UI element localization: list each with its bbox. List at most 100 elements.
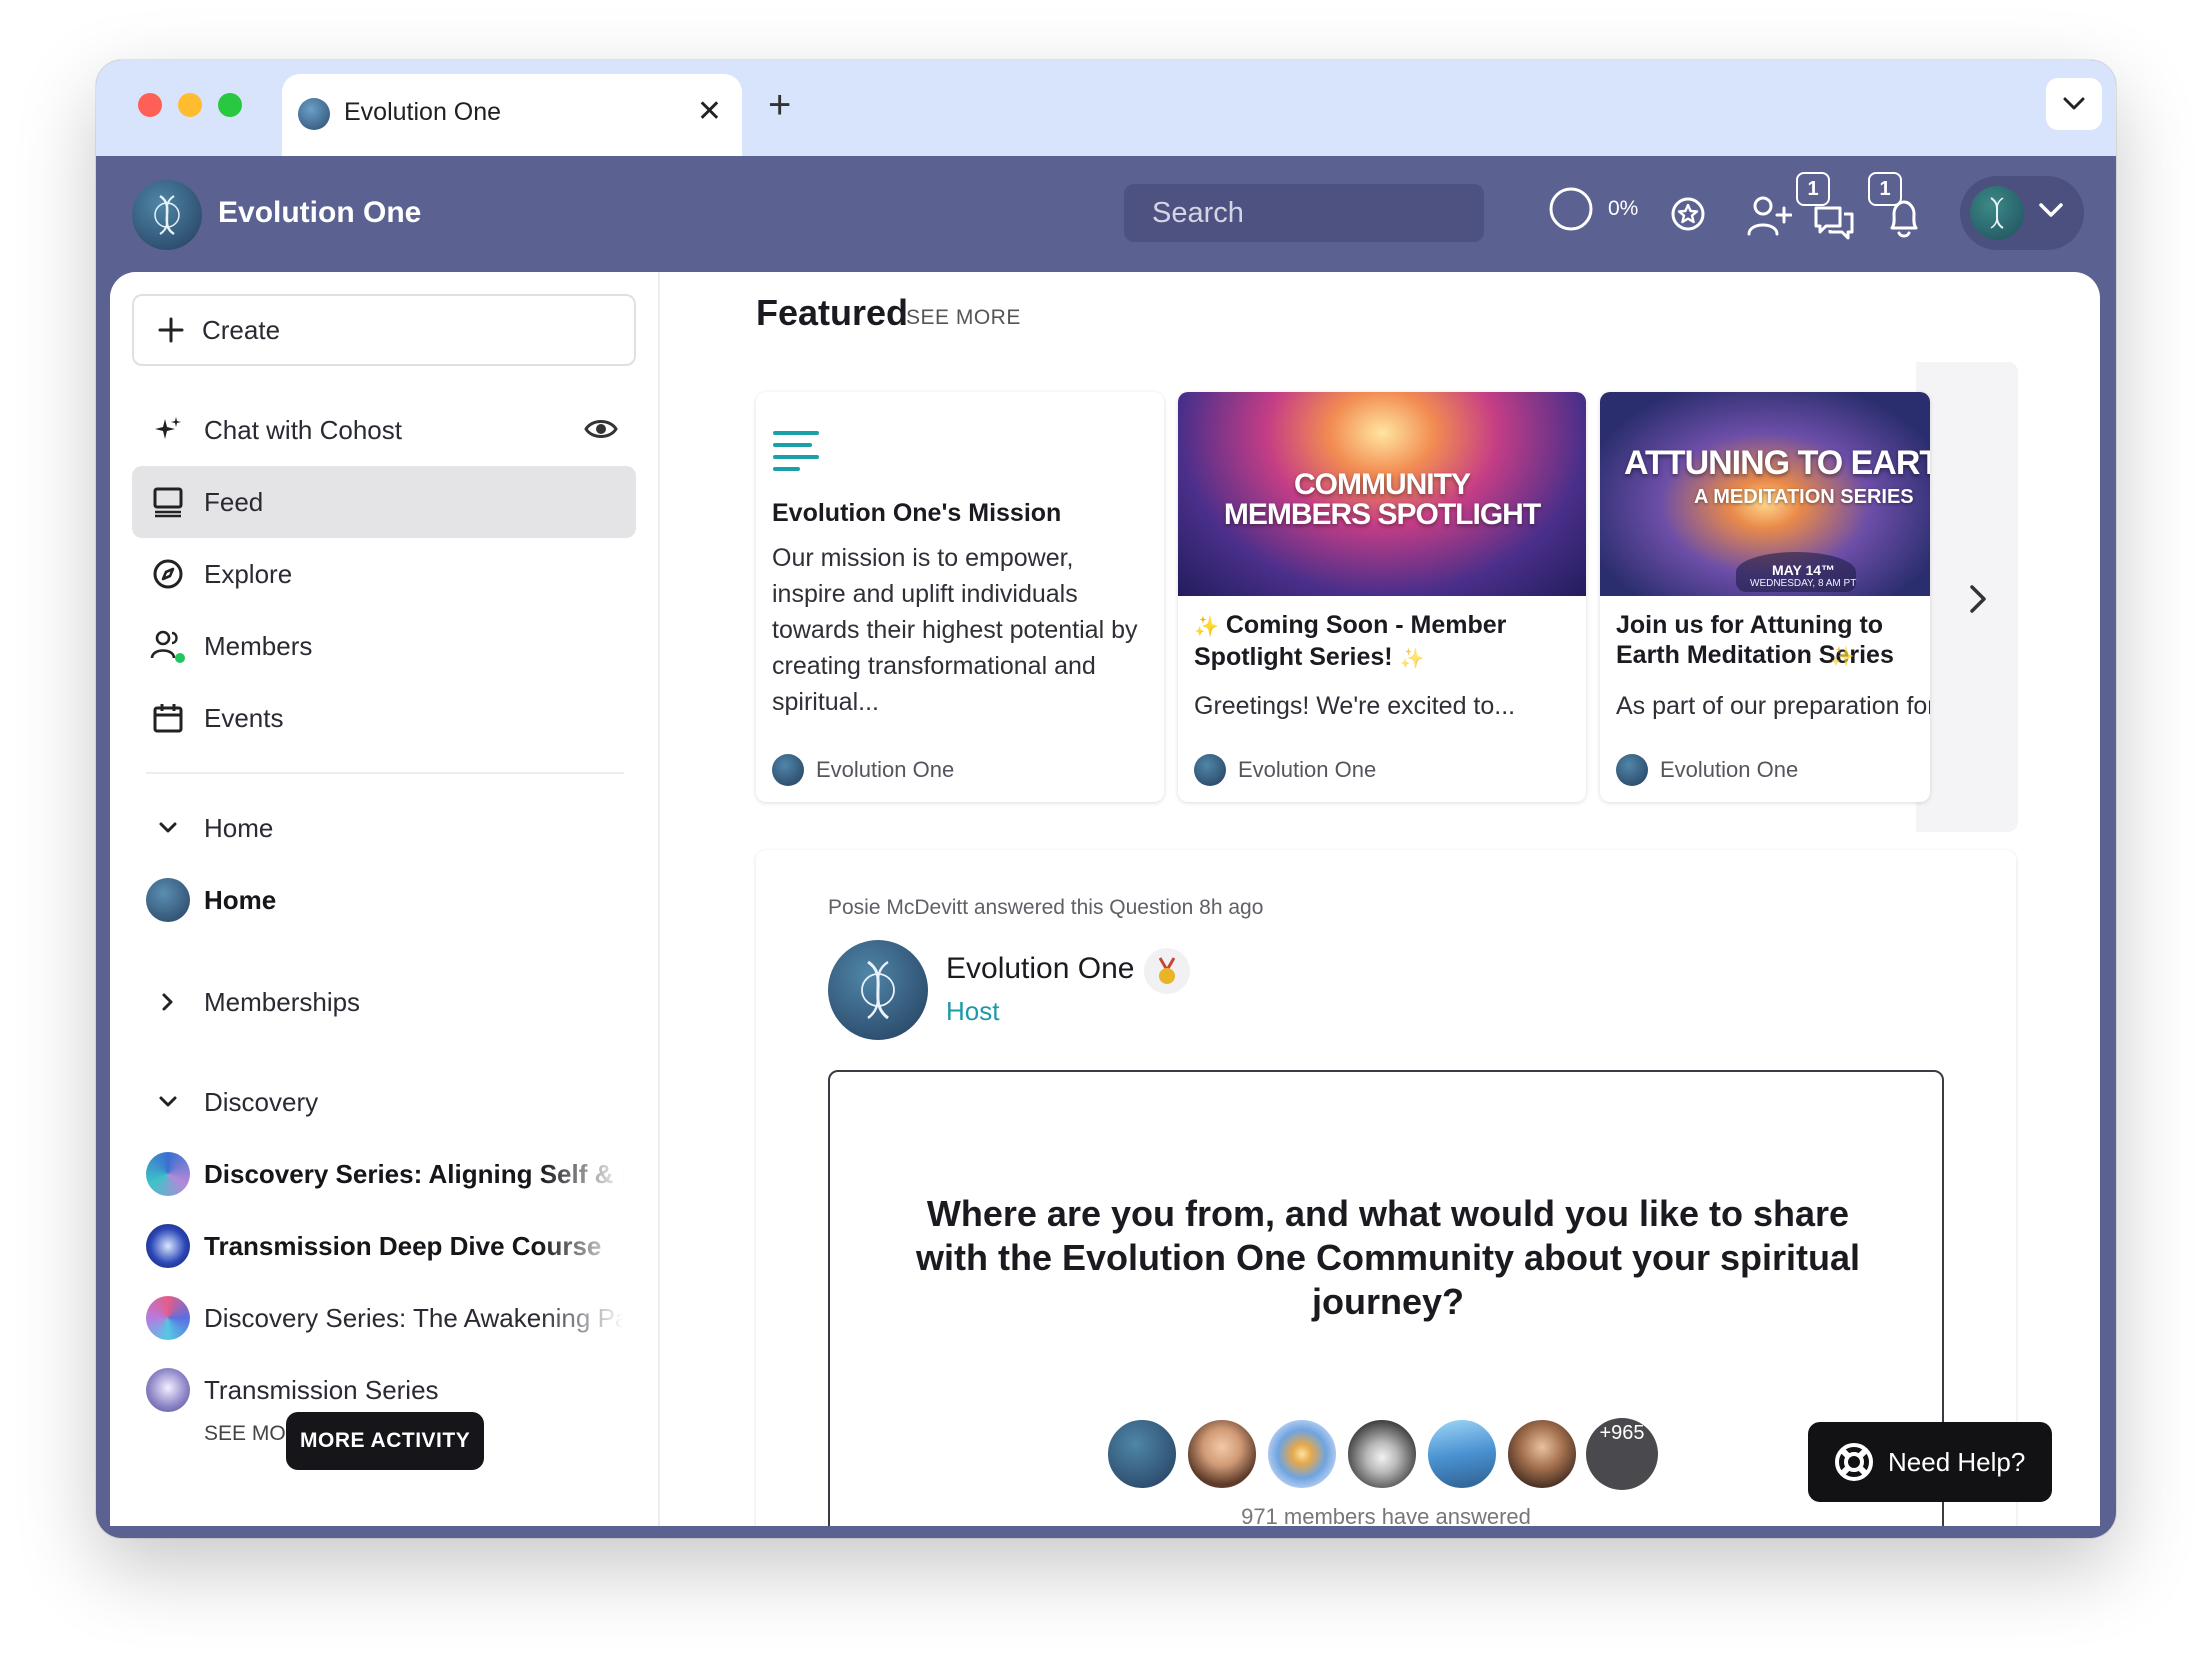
sidebar: Create Chat with Cohost Feed Explore Mem… [110, 272, 660, 1526]
sidebar-section-home[interactable]: Home [132, 792, 636, 864]
close-window-button[interactable] [138, 93, 162, 117]
tab-list-button[interactable] [2046, 78, 2102, 130]
create-button[interactable]: Create [132, 294, 636, 366]
featured-see-more-link[interactable]: SEE MORE [906, 306, 1021, 330]
browser-tab[interactable]: Evolution One ✕ [282, 74, 742, 156]
avatar [1970, 186, 2024, 240]
star-badge-icon[interactable] [1668, 194, 1708, 234]
card-title: ✨ Coming Soon - Member Spotlight Series!… [1194, 611, 1507, 671]
profile-menu-button[interactable] [1960, 176, 2084, 250]
sidebar-item-label: Home [204, 884, 277, 915]
space-avatar-icon [146, 1296, 190, 1340]
sparkle-icon: ✨ [1194, 616, 1219, 638]
avatar [1266, 1418, 1338, 1490]
sidebar-divider [146, 772, 624, 774]
sidebar-item-space[interactable]: Discovery Series: Aligning Self & Planet [132, 1138, 636, 1210]
browser-window: Evolution One ✕ + Evolution One 0% 1 1 [96, 60, 2116, 1538]
browser-chrome: Evolution One ✕ + [96, 60, 2116, 156]
avatar [772, 754, 804, 786]
lifebuoy-icon [1835, 1443, 1873, 1481]
avatar [1186, 1418, 1258, 1490]
sidebar-item-explore[interactable]: Explore [132, 538, 636, 610]
sidebar-item-label: Discovery Series: Aligning Self & Planet [204, 1158, 624, 1189]
question-text: Where are you from, and what would you l… [915, 1193, 1860, 1322]
card-title: Evolution One's Mission [772, 499, 1062, 527]
card-image-subtitle: A MEDITATION SERIES [1694, 486, 1914, 508]
compass-icon [150, 556, 186, 592]
chevron-down-icon [2039, 203, 2063, 217]
maximize-window-button[interactable] [218, 93, 242, 117]
progress-indicator[interactable]: 0% [1548, 186, 1638, 232]
eye-icon[interactable] [584, 412, 618, 451]
need-help-label: Need Help? [1888, 1446, 2026, 1477]
brand-name[interactable]: Evolution One [218, 196, 421, 230]
minimize-window-button[interactable] [178, 93, 202, 117]
chevron-down-icon [150, 810, 186, 846]
space-avatar-icon [146, 1368, 190, 1412]
card-title: Join us for Attuning to Earth Meditation… [1616, 610, 1930, 670]
card-image-date: MAY 14™ [1772, 562, 1836, 578]
card-author: Evolution One [1194, 754, 1376, 786]
create-label: Create [202, 314, 281, 345]
feed-icon [150, 484, 186, 520]
avatar[interactable] [828, 940, 928, 1040]
card-author-name: Evolution One [1660, 757, 1799, 782]
search-input[interactable] [1152, 196, 1529, 230]
sidebar-item-label: Discovery Series: The Awakening Path [204, 1302, 624, 1333]
chevron-right-icon[interactable] [1966, 582, 1990, 616]
avatar [1346, 1418, 1418, 1490]
sidebar-item-events[interactable]: Events [132, 682, 636, 754]
progress-label: 0% [1608, 197, 1639, 220]
new-tab-button[interactable]: + [768, 80, 791, 130]
content-panel: Create Chat with Cohost Feed Explore Mem… [110, 272, 2100, 1526]
sidebar-item-space[interactable]: Transmission Deep Dive Course [132, 1210, 636, 1282]
tab-favicon-icon [298, 98, 330, 130]
card-image-subtitle: MEMBERS SPOTLIGHT [1223, 498, 1541, 531]
featured-card[interactable]: Evolution One's Mission Our mission is t… [756, 392, 1164, 802]
sidebar-section-memberships[interactable]: Memberships [132, 966, 636, 1038]
chat-icon[interactable] [1812, 202, 1856, 242]
sidebar-item-feed[interactable]: Feed [132, 466, 636, 538]
chat-badge: 1 [1796, 172, 1830, 206]
need-help-button[interactable]: Need Help? [1808, 1422, 2052, 1502]
avatar [1506, 1418, 1578, 1490]
progress-ring-icon [1549, 187, 1593, 231]
post-author-name[interactable]: Evolution One [946, 952, 1134, 986]
add-user-icon[interactable] [1746, 194, 1792, 238]
post-activity-meta: Posie McDevitt answered this Question 8h… [828, 896, 1264, 919]
sidebar-item-members[interactable]: Members [132, 610, 636, 682]
sparkle-icon: ✨ [1399, 648, 1425, 670]
sidebar-item-label: Events [204, 702, 284, 733]
sidebar-item-chat-cohost[interactable]: Chat with Cohost [132, 394, 636, 466]
main-feed: Featured SEE MORE Evolution One's Missio… [660, 272, 2100, 1526]
sidebar-item-label: Transmission Deep Dive Course [204, 1230, 602, 1261]
more-activity-button[interactable]: MORE ACTIVITY [286, 1412, 485, 1470]
avatar [1616, 754, 1648, 786]
notifications-badge: 1 [1868, 172, 1902, 206]
section-label: Home [204, 812, 274, 843]
search-bar[interactable] [1124, 184, 1529, 242]
tab-close-icon[interactable]: ✕ [697, 92, 722, 132]
sidebar-item-label: Explore [204, 558, 293, 589]
featured-card[interactable]: COMMUNITY MEMBERS SPOTLIGHT ✨ Coming Soo… [1178, 392, 1586, 802]
text-lines-icon [773, 431, 819, 471]
medal-icon [1144, 948, 1190, 994]
featured-title: Featured [756, 292, 909, 333]
featured-card[interactable]: ATTUNING TO EARTH A MEDITATION SERIES MA… [1600, 392, 1930, 802]
sidebar-item-home[interactable]: Home [132, 864, 636, 936]
avatar [1194, 754, 1226, 786]
sidebar-section-discovery[interactable]: Discovery [132, 1066, 636, 1138]
card-image: COMMUNITY MEMBERS SPOTLIGHT [1178, 392, 1586, 596]
answerer-avatars[interactable]: +965 [1106, 1418, 1658, 1490]
card-image: ATTUNING TO EARTH A MEDITATION SERIES MA… [1600, 392, 1930, 596]
card-image-title: ATTUNING TO EARTH [1624, 444, 1930, 482]
space-avatar-icon [146, 1224, 190, 1268]
sidebar-item-space[interactable]: Discovery Series: The Awakening Path [132, 1282, 636, 1354]
card-author-name: Evolution One [1238, 757, 1377, 782]
question-card[interactable]: Where are you from, and what would you l… [828, 1070, 1944, 1526]
chevron-down-icon [2063, 97, 2085, 110]
app-header: Evolution One 0% 1 1 [96, 156, 2116, 272]
chevron-right-icon [150, 984, 186, 1020]
brand-logo-icon[interactable] [132, 180, 202, 250]
sidebar-item-label: Chat with Cohost [204, 414, 402, 445]
